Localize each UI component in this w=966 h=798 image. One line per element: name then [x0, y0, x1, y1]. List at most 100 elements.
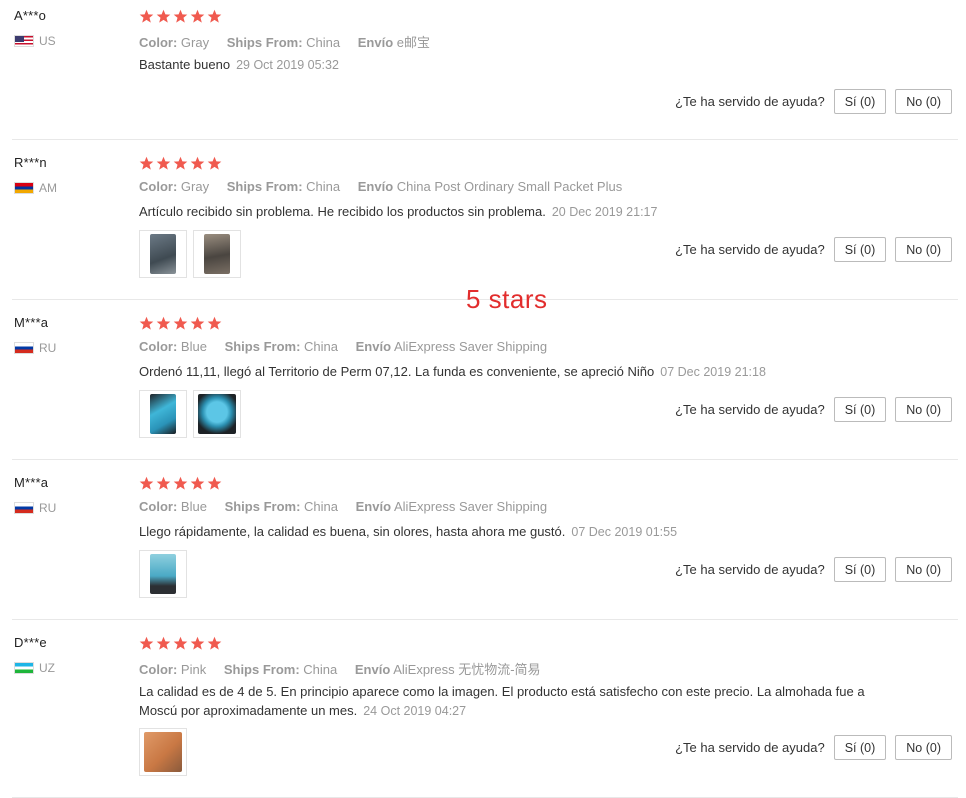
product-attributes: Color: Blue Ships From: China Envío AliE… [139, 339, 561, 354]
helpful-no-button[interactable]: No (0) [895, 89, 952, 114]
helpful-yes-button[interactable]: Sí (0) [833, 237, 887, 262]
star-icon [190, 9, 205, 23]
color-label: Color: [139, 499, 178, 514]
am-flag-icon [14, 182, 34, 194]
uz-flag-icon [14, 662, 34, 674]
review-date: 07 Dec 2019 01:55 [571, 525, 678, 539]
star-icon [156, 636, 171, 650]
star-icon [173, 476, 188, 490]
reviewer-name: D***e [14, 635, 47, 650]
ships-from-value: China [303, 662, 338, 677]
ships-from-value: China [304, 339, 338, 354]
rating-stars [139, 636, 222, 651]
ships-from-label: Ships From: [224, 339, 301, 354]
helpful-yes-button[interactable]: Sí (0) [833, 89, 887, 114]
review-photo-thumbnail[interactable] [139, 728, 187, 776]
helpful-no-button[interactable]: No (0) [895, 735, 952, 760]
country-code: RU [39, 501, 57, 515]
ships-from-label: Ships From: [224, 499, 301, 514]
star-icon [139, 636, 154, 650]
review-date: 07 Dec 2019 21:18 [660, 365, 766, 379]
helpful-no-button[interactable]: No (0) [895, 397, 952, 422]
star-icon [156, 9, 171, 23]
review-text: Llego rápidamente, la calidad es buena, … [139, 522, 869, 542]
review-photo-thumbnail[interactable] [139, 390, 187, 438]
helpful-no-button[interactable]: No (0) [895, 237, 952, 262]
review-photo-thumbnail[interactable] [193, 390, 241, 438]
review-item: A***o US Color: Gray Ships From: China E… [0, 0, 966, 140]
review-date: 29 Oct 2019 05:32 [236, 58, 339, 72]
color-value: Pink [180, 662, 207, 677]
star-icon [207, 476, 222, 490]
star-icon [139, 156, 154, 170]
review-item: R***n AM Color: Gray Ships From: China E… [0, 140, 966, 300]
reviewer-country: US [14, 34, 56, 48]
country-code: US [39, 34, 56, 48]
product-attributes: Color: Blue Ships From: China Envío AliE… [139, 499, 561, 514]
color-value: Blue [180, 339, 207, 354]
star-icon [173, 316, 188, 330]
helpful-question: ¿Te ha servido de ayuda? [675, 94, 825, 109]
star-icon [207, 636, 222, 650]
envio-label: Envío [357, 179, 394, 194]
review-photo-thumbnail[interactable] [139, 230, 187, 278]
reviewer-name: M***a [14, 315, 49, 330]
ships-from-value: China [306, 179, 341, 194]
ships-from-label: Ships From: [226, 179, 303, 194]
envio-value: e邮宝 [396, 35, 431, 50]
ru-flag-icon [14, 342, 34, 354]
envio-label: Envío [357, 35, 394, 50]
color-label: Color: [139, 339, 178, 354]
envio-value: AliExpress Saver Shipping [393, 499, 548, 514]
review-item: M***a RU Color: Blue Ships From: China E… [0, 460, 966, 620]
color-label: Color: [139, 179, 178, 194]
review-body: Artículo recibido sin problema. He recib… [139, 204, 546, 219]
helpful-yes-button[interactable]: Sí (0) [833, 735, 887, 760]
ships-from-label: Ships From: [226, 35, 303, 50]
review-photos [139, 550, 187, 598]
helpful-bar: ¿Te ha servido de ayuda? Sí (0) No (0) [675, 89, 952, 114]
us-flag-icon [14, 35, 34, 47]
rating-stars [139, 476, 222, 491]
color-label: Color: [139, 35, 178, 50]
review-photo-thumbnail[interactable] [193, 230, 241, 278]
helpful-bar: ¿Te ha servido de ayuda? Sí (0) No (0) [675, 397, 952, 422]
review-text: La calidad es de 4 de 5. En principio ap… [139, 682, 869, 721]
envio-value: AliExpress 无忧物流-简易 [393, 662, 541, 677]
helpful-question: ¿Te ha servido de ayuda? [675, 402, 825, 417]
review-text: Ordenó 11,11, llegó al Territorio de Per… [139, 362, 869, 382]
helpful-yes-button[interactable]: Sí (0) [833, 397, 887, 422]
review-date: 20 Dec 2019 21:17 [551, 205, 658, 219]
helpful-yes-button[interactable]: Sí (0) [833, 557, 887, 582]
ships-from-label: Ships From: [223, 662, 300, 677]
envio-value: AliExpress Saver Shipping [393, 339, 548, 354]
helpful-question: ¿Te ha servido de ayuda? [675, 242, 825, 257]
country-code: AM [39, 181, 57, 195]
review-photos [139, 230, 241, 278]
review-photos [139, 728, 187, 776]
star-icon [190, 476, 205, 490]
review-photo-thumbnail[interactable] [139, 550, 187, 598]
review-body: La calidad es de 4 de 5. En principio ap… [139, 684, 865, 718]
star-icon [190, 636, 205, 650]
review-item: M***a RU Color: Blue Ships From: China E… [0, 300, 966, 460]
rating-stars [139, 316, 222, 331]
country-code: RU [39, 341, 57, 355]
helpful-question: ¿Te ha servido de ayuda? [675, 740, 825, 755]
product-attributes: Color: Pink Ships From: China Envío AliE… [139, 659, 555, 678]
helpful-question: ¿Te ha servido de ayuda? [675, 562, 825, 577]
rating-stars [139, 9, 222, 24]
star-icon [156, 156, 171, 170]
color-value: Gray [180, 179, 210, 194]
envio-label: Envío [354, 662, 391, 677]
review-body: Ordenó 11,11, llegó al Territorio de Per… [139, 364, 655, 379]
helpful-no-button[interactable]: No (0) [895, 557, 952, 582]
reviewer-country: AM [14, 181, 57, 195]
star-icon [173, 156, 188, 170]
rating-stars [139, 156, 222, 171]
star-icon [207, 316, 222, 330]
star-icon [156, 316, 171, 330]
ru-flag-icon [14, 502, 34, 514]
country-code: UZ [39, 661, 55, 675]
helpful-bar: ¿Te ha servido de ayuda? Sí (0) No (0) [675, 237, 952, 262]
